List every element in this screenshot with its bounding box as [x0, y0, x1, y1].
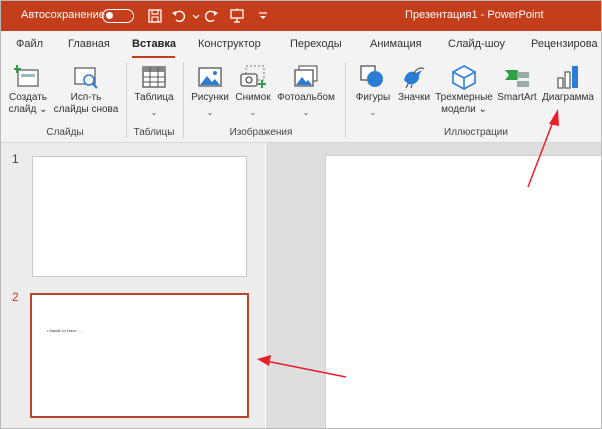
pictures-icon — [198, 67, 222, 87]
autosave-label: Автосохранение — [21, 9, 105, 21]
reuse-slides-line1: Исп-ть — [70, 92, 102, 103]
screenshot-label: Снимок — [235, 92, 271, 103]
autosave-toggle[interactable] — [102, 9, 134, 23]
tab-design[interactable]: Конструктор — [198, 38, 261, 50]
save-icon[interactable] — [147, 8, 163, 24]
customize-toolbar-icon[interactable] — [255, 8, 271, 24]
tab-insert[interactable]: Вставка — [132, 38, 176, 50]
main-slide-canvas[interactable] — [325, 155, 601, 428]
title-bar: Автосохранение Презентация1 - PowerPoint — [1, 1, 601, 31]
3d-models-line1: Трехмерные — [435, 92, 493, 103]
pictures-button[interactable]: Рисунки ⌄ — [187, 58, 233, 124]
shapes-label: Фигуры — [355, 92, 391, 103]
group-separator — [345, 62, 346, 138]
undo-dropdown-icon[interactable] — [188, 8, 204, 24]
table-icon — [142, 66, 166, 88]
new-slide-line1: Создать — [8, 92, 47, 103]
ribbon-tabs: Файл Главная Вставка Конструктор Переход… — [1, 31, 601, 58]
tab-slideshow[interactable]: Слайд-шоу — [448, 38, 505, 50]
smartart-label: SmartArt — [497, 92, 537, 103]
new-slide-label: Создать слайд ⌄ — [5, 92, 51, 116]
reuse-slides-button[interactable]: Исп-ть слайды снова — [53, 58, 119, 124]
photo-album-button[interactable]: Фотоальбом ⌄ — [274, 58, 338, 124]
icons-label: Значки — [397, 92, 431, 103]
tab-file[interactable]: Файл — [16, 38, 43, 50]
ribbon-insert: Создать слайд ⌄ Исп-ть слайды снова Слай… — [1, 58, 601, 143]
3d-models-line2: модели ⌄ — [441, 104, 487, 115]
group-label-illustrations: Иллюстрации — [444, 127, 508, 138]
slide-thumbnail-1[interactable] — [32, 156, 247, 277]
smartart-button[interactable]: SmartArt — [495, 58, 539, 124]
reuse-slides-icon — [74, 67, 98, 89]
group-label-images: Изображения — [229, 127, 293, 138]
photo-album-chevron-icon: ⌄ — [302, 108, 310, 117]
group-separator — [183, 62, 184, 138]
chart-label: Диаграмма — [541, 92, 594, 103]
slide-thumbnail-2[interactable]: • Какой-то текст…… — [30, 293, 249, 418]
tab-home[interactable]: Главная — [68, 38, 110, 50]
toggle-knob — [106, 12, 113, 19]
screenshot-chevron-icon: ⌄ — [249, 108, 257, 117]
tab-transitions[interactable]: Переходы — [290, 38, 342, 50]
new-slide-button[interactable]: Создать слайд ⌄ — [5, 58, 51, 124]
reuse-slides-label: Исп-ть слайды снова — [53, 92, 119, 116]
3d-models-button[interactable]: Трехмерные модели ⌄ — [433, 58, 495, 124]
screenshot-button[interactable]: Снимок ⌄ — [233, 58, 273, 124]
group-label-slides: Слайды — [46, 127, 84, 138]
reuse-slides-line2: слайды снова — [53, 104, 119, 115]
chart-icon — [557, 66, 578, 89]
photo-album-label: Фотоальбом — [277, 92, 335, 103]
group-separator — [126, 62, 127, 138]
shapes-icon — [360, 65, 383, 87]
smartart-icon — [505, 70, 529, 87]
table-label: Таблица — [134, 92, 174, 103]
icons-bird-icon — [404, 67, 425, 89]
slide-number-1: 1 — [12, 152, 19, 166]
screenshot-icon — [240, 65, 266, 88]
pictures-label: Рисунки — [191, 92, 229, 103]
photo-album-icon — [294, 65, 318, 87]
shapes-button[interactable]: Фигуры ⌄ — [351, 58, 395, 124]
new-slide-line2: слайд ⌄ — [8, 104, 48, 115]
shapes-chevron-icon: ⌄ — [369, 108, 377, 117]
slide-thumbnails-pane: 1 2 • Какой-то текст…… — [1, 143, 265, 428]
group-label-tables: Таблицы — [133, 127, 175, 138]
tab-review[interactable]: Рецензирова — [531, 38, 598, 50]
3d-cube-icon — [452, 65, 476, 90]
redo-icon[interactable] — [203, 8, 219, 24]
document-title: Презентация1 - PowerPoint — [405, 9, 544, 21]
new-slide-icon — [14, 65, 39, 87]
powerpoint-window: Автосохранение Презентация1 - PowerPoint… — [0, 0, 602, 429]
3d-models-label: Трехмерные модели ⌄ — [433, 92, 495, 116]
table-chevron-icon: ⌄ — [150, 108, 158, 117]
tab-animations[interactable]: Анимация — [370, 38, 422, 50]
presentation-icon[interactable] — [229, 8, 245, 24]
table-button[interactable]: Таблица ⌄ — [129, 58, 179, 124]
undo-icon[interactable] — [171, 8, 187, 24]
slide-thumbnail-text: • Какой-то текст…… — [47, 328, 85, 333]
pictures-chevron-icon: ⌄ — [206, 108, 214, 117]
slide-number-2: 2 — [12, 290, 19, 304]
chart-button[interactable]: Диаграмма — [539, 58, 597, 124]
icons-button[interactable]: Значки — [395, 58, 433, 124]
slide-edit-pane — [266, 143, 601, 428]
